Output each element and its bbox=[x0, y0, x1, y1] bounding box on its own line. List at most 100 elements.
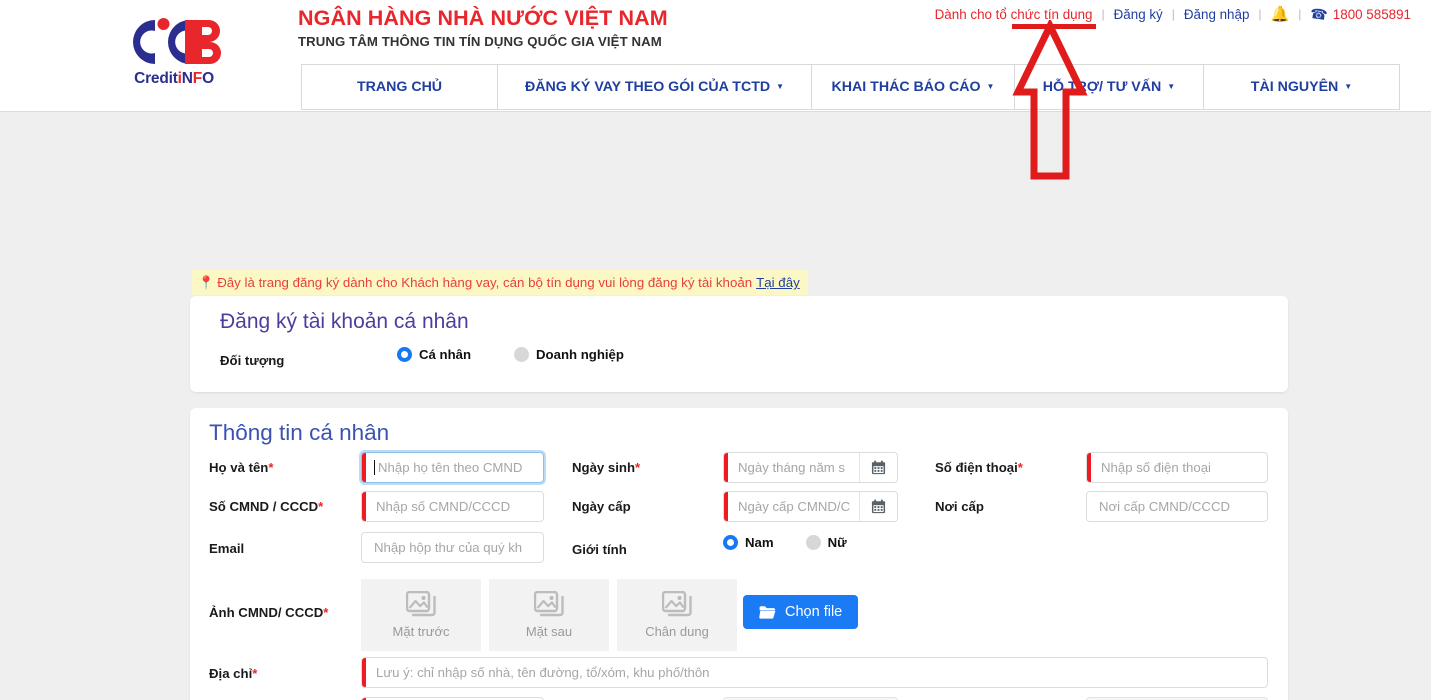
radio-nu[interactable]: Nữ bbox=[805, 535, 847, 550]
organization-title: NGÂN HÀNG NHÀ NƯỚC VIỆT NAM bbox=[298, 6, 668, 30]
nav-item-ho-tro-tu-van[interactable]: HỖ TRỢ/ TƯ VẤN ▼ bbox=[1015, 65, 1204, 109]
cic-logo-mark bbox=[133, 17, 221, 64]
phone-placeholder: Nhập số điện thoại bbox=[1101, 460, 1211, 475]
radio-nam[interactable]: Nam bbox=[723, 535, 774, 550]
account-card-title: Đăng ký tài khoản cá nhân bbox=[220, 310, 469, 333]
fullname-placeholder: Nhập họ tên theo CMND bbox=[378, 460, 523, 475]
label-text: Số CMND / CCCD bbox=[209, 499, 319, 514]
birthdate-label: Ngày sinh* bbox=[572, 460, 640, 475]
chevron-down-icon: ▼ bbox=[1167, 82, 1176, 91]
required-marker: * bbox=[1017, 460, 1023, 475]
chevron-down-icon: ▼ bbox=[776, 82, 785, 91]
email-placeholder: Nhập hộp thư của quý kh bbox=[374, 540, 523, 555]
required-marker: * bbox=[323, 605, 329, 620]
chevron-down-icon: ▼ bbox=[1344, 82, 1353, 91]
nav-item-label: KHAI THÁC BÁO CÁO bbox=[831, 79, 981, 95]
phone-icon: ☎ bbox=[1309, 4, 1329, 23]
main-nav: TRANG CHỦ ĐĂNG KÝ VAY THEO GÓI CỦA TCTD … bbox=[301, 64, 1400, 110]
address-placeholder: Lưu ý: chỉ nhập số nhà, tên đường, tổ/xó… bbox=[376, 665, 710, 680]
email-input[interactable]: Nhập hộp thư của quý kh bbox=[361, 532, 544, 563]
address-label: Địa chỉ* bbox=[209, 666, 257, 681]
birthdate-placeholder: Ngày tháng năm s bbox=[738, 460, 846, 475]
tile-caption: Chân dung bbox=[645, 624, 709, 639]
utility-nav: Dành cho tổ chức tín dụng | Đăng ký | Đă… bbox=[935, 3, 1411, 25]
radio-label: Nữ bbox=[827, 535, 847, 550]
calendar-icon[interactable] bbox=[859, 492, 897, 521]
issueplace-label: Nơi cấp bbox=[935, 499, 984, 514]
image-placeholder-icon bbox=[662, 591, 692, 617]
nav-separator: | bbox=[1258, 7, 1262, 21]
required-marker: * bbox=[318, 499, 324, 514]
idnumber-placeholder: Nhập số CMND/CCCD bbox=[376, 499, 511, 514]
account-type-card: Đăng ký tài khoản cá nhân Đối tượng Cá n… bbox=[190, 296, 1288, 392]
map-pin-icon: 📍 bbox=[198, 274, 215, 290]
issuedate-label: Ngày cấp bbox=[572, 499, 631, 514]
cic-logo[interactable]: CreditiNFO bbox=[118, 10, 230, 90]
label-text: Số điện thoại bbox=[935, 460, 1018, 475]
subject-radio-group: Cá nhân Doanh nghiệp bbox=[397, 347, 624, 362]
label-text: Họ và tên bbox=[209, 460, 269, 475]
annotation-underline bbox=[1012, 24, 1096, 29]
photo-label: Ảnh CMND/ CCCD* bbox=[209, 605, 328, 620]
photo-tile-portrait[interactable]: Chân dung bbox=[617, 579, 737, 651]
logo-word-o: O bbox=[202, 69, 214, 87]
nav-credit-organization[interactable]: Dành cho tổ chức tín dụng bbox=[935, 7, 1093, 22]
logo-word-credit: Credit bbox=[134, 69, 178, 87]
choose-file-button[interactable]: Chọn file bbox=[743, 595, 859, 629]
issuedate-input[interactable]: Ngày cấp CMND/C bbox=[723, 491, 898, 522]
folder-icon bbox=[759, 606, 776, 619]
nav-separator: | bbox=[1101, 7, 1105, 21]
nav-item-label: ĐĂNG KÝ VAY THEO GÓI CỦA TCTD bbox=[524, 79, 771, 95]
nav-item-tai-nguyen[interactable]: TÀI NGUYÊN ▼ bbox=[1204, 65, 1399, 109]
nav-item-label: TRANG CHỦ bbox=[356, 79, 443, 95]
radio-indicator bbox=[397, 347, 412, 362]
subject-label: Đối tượng bbox=[220, 353, 285, 368]
address-input[interactable]: Lưu ý: chỉ nhập số nhà, tên đường, tổ/xó… bbox=[361, 657, 1268, 688]
gender-label: Giới tính bbox=[572, 542, 627, 557]
nav-separator: | bbox=[1171, 7, 1175, 21]
nav-item-label: HỖ TRỢ/ TƯ VẤN bbox=[1042, 79, 1162, 95]
radio-ca-nhan[interactable]: Cá nhân bbox=[397, 347, 471, 362]
gender-radio-group: Nam Nữ bbox=[723, 535, 847, 550]
hotline-number: 1800 585891 bbox=[1332, 6, 1411, 22]
issueplace-input[interactable]: Nơi cấp CMND/CCCD bbox=[1086, 491, 1268, 522]
required-marker: * bbox=[268, 460, 274, 475]
issueplace-placeholder: Nơi cấp CMND/CCCD bbox=[1099, 499, 1231, 514]
birthdate-input[interactable]: Ngày tháng năm s bbox=[723, 452, 898, 483]
idnumber-label: Số CMND / CCCD* bbox=[209, 499, 323, 514]
radio-label: Doanh nghiệp bbox=[536, 347, 624, 362]
phone-label: Số điện thoại* bbox=[935, 460, 1023, 475]
hotline[interactable]: ☎ 1800 585891 bbox=[1309, 4, 1411, 23]
photo-tile-back[interactable]: Mặt sau bbox=[489, 579, 609, 651]
notice-link[interactable]: Tại đây bbox=[756, 275, 800, 290]
organization-subtitle: TRUNG TÂM THÔNG TIN TÍN DỤNG QUỐC GIA VI… bbox=[298, 34, 662, 49]
calendar-glyph bbox=[871, 460, 886, 475]
radio-indicator bbox=[723, 535, 738, 550]
issuedate-placeholder: Ngày cấp CMND/C bbox=[738, 499, 851, 514]
chevron-down-icon: ▼ bbox=[986, 82, 995, 91]
fullname-input[interactable]: Nhập họ tên theo CMND bbox=[361, 452, 544, 483]
radio-label: Cá nhân bbox=[419, 347, 472, 362]
nav-separator: | bbox=[1298, 7, 1302, 21]
notice-text: Đây là trang đăng ký dành cho Khách hàng… bbox=[217, 275, 753, 290]
photo-tile-front[interactable]: Mặt trước bbox=[361, 579, 481, 651]
tile-caption: Mặt sau bbox=[525, 624, 573, 639]
image-placeholder-icon bbox=[406, 591, 436, 617]
phone-input[interactable]: Nhập số điện thoại bbox=[1086, 452, 1268, 483]
label-text: Ngày sinh bbox=[572, 460, 636, 475]
choose-file-label: Chọn file bbox=[785, 604, 843, 620]
radio-indicator bbox=[805, 535, 821, 550]
logo-word-n: N bbox=[181, 69, 193, 87]
radio-doanh-nghiep[interactable]: Doanh nghiệp bbox=[514, 347, 624, 362]
idnumber-input[interactable]: Nhập số CMND/CCCD bbox=[361, 491, 544, 522]
logo-word-f: F bbox=[192, 69, 203, 87]
nav-register[interactable]: Đăng ký bbox=[1114, 7, 1163, 22]
nav-item-khai-thac-bao-cao[interactable]: KHAI THÁC BÁO CÁO ▼ bbox=[812, 65, 1015, 109]
nav-item-trang-chu[interactable]: TRANG CHỦ bbox=[302, 65, 498, 109]
label-text: Ảnh CMND/ CCCD bbox=[209, 605, 324, 620]
nav-login[interactable]: Đăng nhập bbox=[1184, 7, 1250, 22]
image-placeholder-icon bbox=[534, 591, 564, 617]
nav-item-dang-ky-vay[interactable]: ĐĂNG KÝ VAY THEO GÓI CỦA TCTD ▼ bbox=[498, 65, 812, 109]
bell-icon[interactable]: 🔔 bbox=[1271, 7, 1290, 22]
calendar-icon[interactable] bbox=[859, 453, 897, 482]
